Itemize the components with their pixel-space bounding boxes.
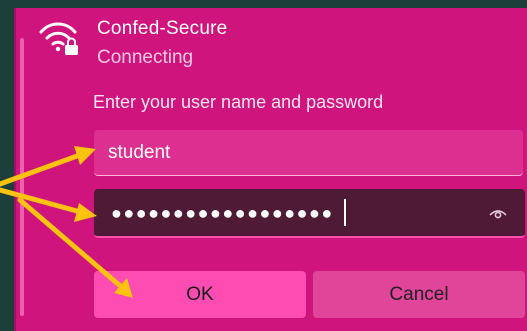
network-name: Confed-Secure	[97, 18, 228, 39]
reveal-password-eye-icon[interactable]	[489, 206, 507, 220]
password-input[interactable]: ●●●●●●●●●●●●●●●●●●	[94, 189, 525, 238]
ok-button[interactable]: OK	[94, 271, 306, 318]
connection-status: Connecting	[97, 47, 194, 68]
password-masked-value: ●●●●●●●●●●●●●●●●●●	[111, 203, 334, 223]
credentials-prompt: Enter your user name and password	[93, 92, 384, 112]
wifi-secured-icon	[39, 22, 78, 55]
username-input[interactable]	[94, 130, 523, 176]
scrollbar[interactable]	[20, 38, 24, 316]
cancel-button[interactable]: Cancel	[313, 271, 525, 318]
text-caret	[344, 199, 346, 226]
